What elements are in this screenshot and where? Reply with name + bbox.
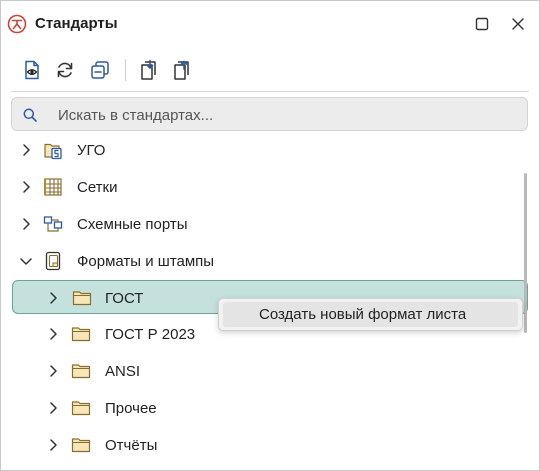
chevron-right-icon[interactable] (45, 400, 61, 416)
collapse-all-button[interactable] (87, 57, 113, 83)
preview-standard-button[interactable] (19, 57, 45, 83)
toolbar-divider (11, 91, 529, 92)
tree-item-grids[interactable]: Сетки (1, 170, 521, 204)
search-box (11, 97, 528, 131)
close-icon (512, 18, 524, 30)
tree-item-other[interactable]: Прочее (1, 391, 521, 425)
tree-item-ugo[interactable]: УГО (1, 133, 521, 167)
chevron-right-icon[interactable] (45, 437, 61, 453)
chevron-right-icon[interactable] (45, 290, 61, 306)
tree-item-label: Форматы и штампы (77, 253, 215, 270)
tree-item-label: Сетки (77, 179, 118, 196)
ugo-icon (44, 143, 62, 160)
chevron-right-icon[interactable] (18, 216, 34, 232)
sheet-format-icon (45, 251, 61, 271)
standards-panel: Стандарты Искать в стандартах... УГО Сет… (0, 0, 540, 471)
close-button[interactable] (508, 14, 528, 34)
ports-icon (43, 216, 63, 232)
window-title: Стандарты (35, 15, 118, 32)
search-input[interactable] (56, 103, 500, 127)
toolbar-separator (125, 59, 126, 81)
chevron-right-icon[interactable] (45, 326, 61, 342)
collapse-icon (91, 61, 109, 79)
grid-icon (44, 178, 62, 196)
refresh-button[interactable] (52, 57, 78, 83)
chevron-right-icon[interactable] (18, 179, 34, 195)
import-button[interactable] (136, 57, 162, 83)
toolbar (1, 53, 539, 89)
tree-item-formats[interactable]: Форматы и штампы (1, 244, 521, 278)
vertical-scrollbar[interactable] (524, 173, 527, 333)
tree-item-reports[interactable]: Отчёты (1, 428, 521, 462)
context-menu: Создать новый формат листа (218, 298, 523, 331)
folder-icon (71, 327, 91, 342)
tree-item-label: ГОСТ Р 2023 (105, 326, 196, 343)
chevron-right-icon[interactable] (18, 142, 34, 158)
folder-icon (72, 291, 92, 306)
tree-item-label: ANSI (105, 363, 141, 380)
chevron-right-icon[interactable] (45, 363, 61, 379)
document-eye-icon (25, 60, 39, 80)
folder-icon (71, 438, 91, 453)
refresh-icon (57, 62, 73, 78)
menu-item-label: Создать новый формат листа (259, 306, 467, 323)
import-icon (141, 59, 156, 80)
tree-item-label: Отчёты (105, 437, 158, 454)
chevron-down-icon[interactable] (18, 253, 34, 269)
tree-item-label: Схемные порты (77, 216, 188, 233)
tree-item-label: ГОСТ (105, 290, 144, 307)
tree-item-label: Прочее (105, 400, 157, 417)
maximize-icon (475, 17, 489, 31)
title-bar: Стандарты (1, 1, 539, 47)
menu-item-create-sheet-format[interactable]: Создать новый формат листа (223, 302, 518, 327)
folder-icon (71, 364, 91, 379)
tree-item-ansi[interactable]: ANSI (1, 354, 521, 388)
tree-item-ports[interactable]: Схемные порты (1, 207, 521, 241)
export-button[interactable] (169, 57, 195, 83)
tree-item-label: УГО (77, 142, 106, 159)
app-logo-icon (7, 14, 27, 34)
maximize-button[interactable] (472, 14, 492, 34)
export-icon (174, 60, 189, 80)
search-icon (23, 108, 37, 122)
folder-icon (71, 401, 91, 416)
